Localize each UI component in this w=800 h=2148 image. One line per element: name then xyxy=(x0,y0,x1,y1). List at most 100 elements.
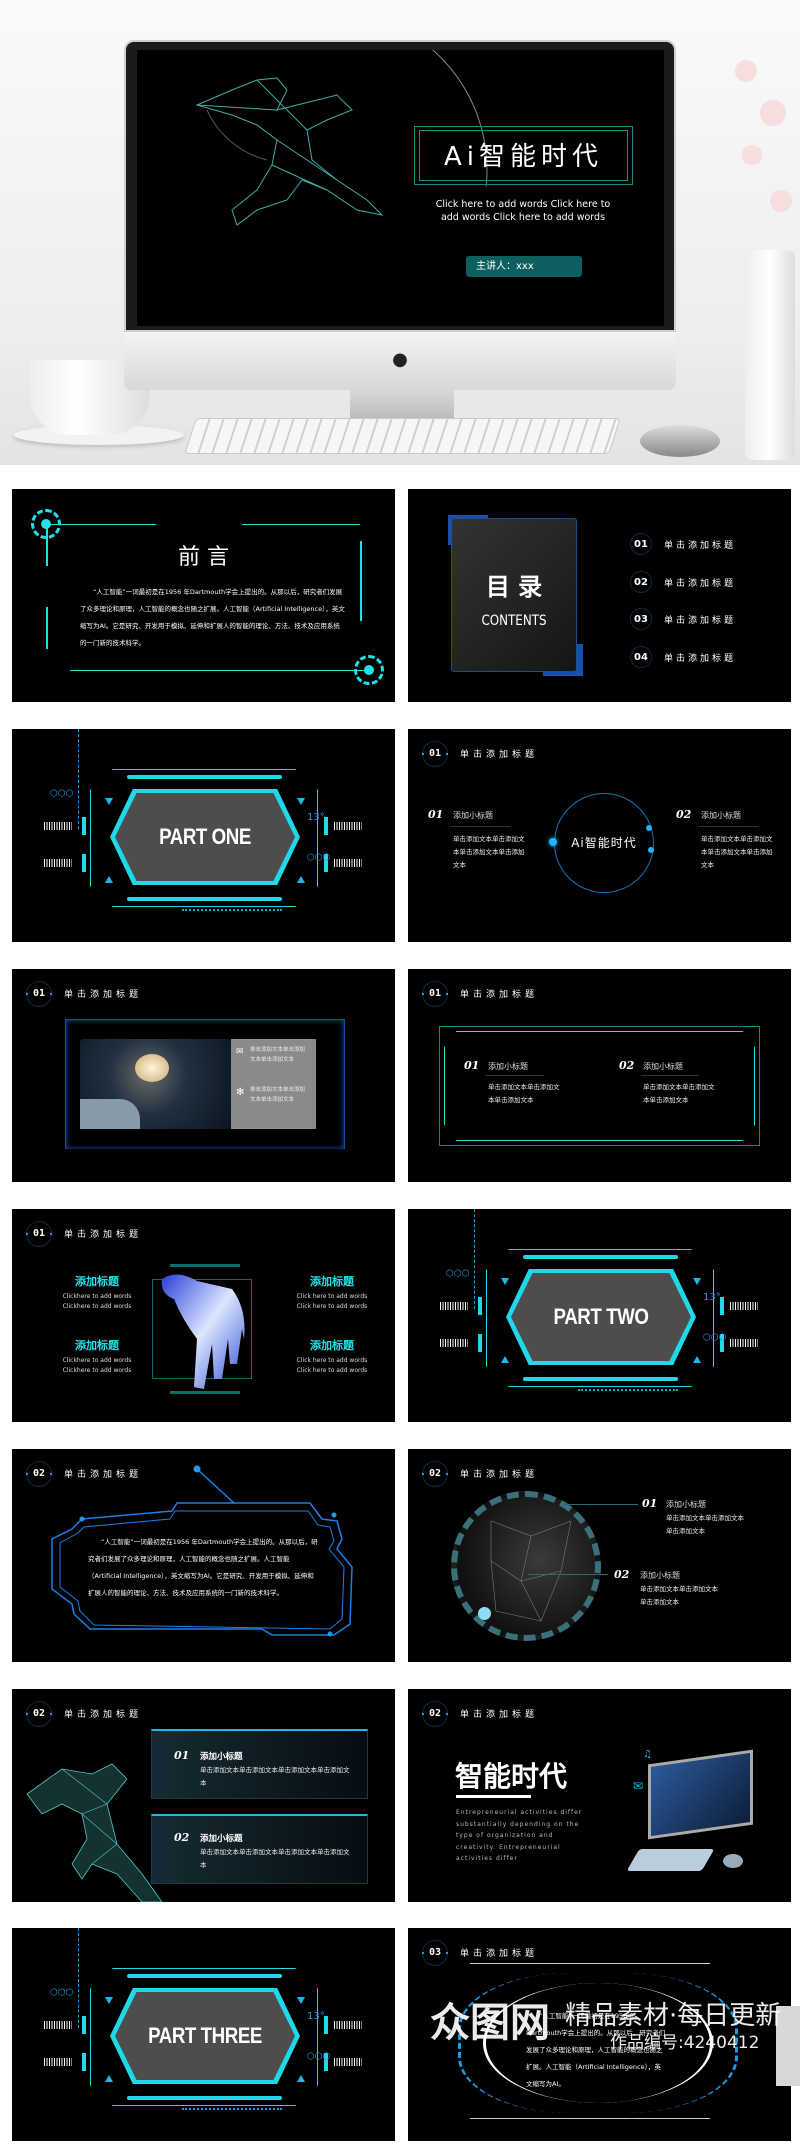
section-title[interactable]: 单击添加标题 xyxy=(64,1707,142,1720)
toc-label: 单击添加标题 xyxy=(664,616,737,626)
frame-bar xyxy=(170,1264,240,1267)
item-text: 单击添加文本单击添加文本单击添加文本单击添加文本 xyxy=(701,835,773,869)
slide-frame[interactable]: 01 单击添加标题 01 添加小标题 单击添加文本单击添加文本单击添加文本 02… xyxy=(408,969,791,1182)
slide-circle[interactable]: 01 单击添加标题 Ai智能时代 01 添加小标题 单击添加文本单击添加文本单击… xyxy=(408,729,791,942)
hero-mockup: Ai智能时代 Click here to add words Click her… xyxy=(0,0,800,465)
frame-line xyxy=(242,524,360,525)
hand-item-title: 添加标题 xyxy=(75,1275,119,1288)
slide-hand[interactable]: 01 单击添加标题 添加标题 Clickhere to add words Clic… xyxy=(12,1209,395,1422)
hud-bar xyxy=(82,817,86,835)
hud-bar xyxy=(523,1255,678,1259)
presenter-pill: 主讲人：xxx xyxy=(466,256,582,277)
item-text: 单击添加文本单击添加文本单击添加文本单击添加文本 xyxy=(200,1766,350,1787)
slide-preface[interactable]: 前 言 “人工智能”一词最初是在1956 年Dartmouth学会上提出的。从那… xyxy=(12,489,395,702)
tick-marks xyxy=(44,822,72,830)
part-title: PART THREE xyxy=(148,2023,262,2048)
section-title[interactable]: 单击添加标题 xyxy=(460,1707,538,1720)
slide-part-one[interactable]: PART ONE 13° ⬡⬡⬡ ⬡⬡⬡ xyxy=(12,729,395,942)
triangle-icon xyxy=(105,1997,113,2004)
hud-bar xyxy=(127,1974,282,1978)
item-text: 单击添加文本单击添加文本单击添加文本 xyxy=(488,1083,560,1104)
hud-bar xyxy=(82,854,86,872)
brain-hand-photo xyxy=(80,1039,231,1129)
hud-line xyxy=(78,1928,79,2028)
watermark-logo: 众图网 xyxy=(430,2000,550,2046)
hud-degree: 13° xyxy=(307,2011,325,2022)
triangle-icon xyxy=(105,876,113,883)
tick-marks xyxy=(730,1339,758,1347)
section-number: 01 xyxy=(422,741,448,767)
item-text: 单击添加文本单击添加文本单击添加文本单击添加文本 xyxy=(200,1848,350,1869)
item-text: 单击添加文本单击添加文本单击添加文本 xyxy=(666,1514,744,1535)
item-number: 02 xyxy=(174,1831,190,1844)
slide-part-two[interactable]: PART TWO 13° ⬡⬡⬡ ⬡⬡⬡ xyxy=(408,1209,791,1422)
item-title: 添加小标题 xyxy=(453,811,493,820)
text-body: “人工智能”一词最初是在1956 年Dartmouth学会上提出的。从那以后，研… xyxy=(88,1538,318,1597)
hero-title: Ai智能时代 xyxy=(443,142,603,172)
hand-item: 添加标题 Click here to add words Click here to… xyxy=(277,1273,387,1310)
toc-item[interactable]: 04 单击添加标题 xyxy=(630,645,770,668)
slide-sphere[interactable]: 02 单击添加标题 01 添加小标题 单击添加文本单击添加文本单击添加文本 02… xyxy=(408,1449,791,1662)
brain-image xyxy=(135,1054,169,1082)
hud-line xyxy=(474,1209,475,1309)
section-title[interactable]: 单击添加标题 xyxy=(460,1467,538,1480)
slide-image[interactable]: 01 单击添加标题 ✉ 单击添加文本单击添加文本单击添加文本 ✻ 单击添加文本单… xyxy=(12,969,395,1182)
flower xyxy=(770,190,792,212)
watermark-id: 作品编号:4240412 xyxy=(610,2033,760,2053)
era-text: Entrepreneurial activities differ substa… xyxy=(456,1809,583,1862)
globe-mesh xyxy=(490,1520,572,1622)
hand-item-line: Clickhere to add words xyxy=(62,1367,132,1374)
tick-marks xyxy=(334,2058,362,2066)
leader-line xyxy=(528,1574,608,1575)
hexagon-icon: ⬡⬡⬡ xyxy=(307,853,331,863)
section-number: 03 xyxy=(422,1940,448,1966)
section-title[interactable]: 单击添加标题 xyxy=(64,1227,142,1240)
hand-item: 添加标题 Clickhere to add words Clickhere to a… xyxy=(42,1337,152,1374)
hand-item-line: Click here to add words xyxy=(296,1303,368,1310)
section-number: 02 xyxy=(422,1461,448,1487)
hud-bar xyxy=(478,1334,482,1352)
item-title: 添加小标题 xyxy=(200,1834,243,1844)
item-title: 添加小标题 xyxy=(666,1500,706,1509)
triangle-icon xyxy=(501,1356,509,1363)
hand-item-title: 添加标题 xyxy=(310,1339,354,1352)
era-title: 智能时代 xyxy=(455,1760,568,1793)
slide-text-frame[interactable]: 02 单击添加标题 “人工智能”一词最初是在1956 年Dartmouth学会上… xyxy=(12,1449,395,1662)
section-number: 02 xyxy=(26,1701,52,1727)
item-number: 02 xyxy=(614,1568,630,1581)
toc-item[interactable]: 01 单击添加标题 xyxy=(630,533,770,555)
slide-contents[interactable]: 目 录 CONTENTS 01 单击添加标题 02 单击添加标题 03 单击添加标题 04 单… xyxy=(408,489,791,702)
hud-bar xyxy=(82,2053,86,2071)
tick-marks xyxy=(334,859,362,867)
mouse xyxy=(640,425,720,457)
mail-icon: ✉ xyxy=(236,1047,244,1057)
section-title[interactable]: 单击添加标题 xyxy=(64,987,142,1000)
item-number: 01 xyxy=(464,1059,480,1072)
item-text: 单击添加文本单击添加文本单击添加文本 xyxy=(640,1585,718,1606)
section-number: 01 xyxy=(26,981,52,1007)
hero-subtitle: Click here to add words Click here to ad… xyxy=(435,199,611,223)
hud-line xyxy=(578,1389,678,1391)
slide-part-three[interactable]: PART THREE 13° ⬡⬡⬡ ⬡⬡⬡ xyxy=(12,1928,395,2141)
section-title[interactable]: 单击添加标题 xyxy=(460,1946,538,1959)
toc-label: 单击添加标题 xyxy=(664,653,737,664)
toc-item[interactable]: 03 单击添加标题 xyxy=(630,608,770,630)
tick-marks xyxy=(44,859,72,867)
toc-item[interactable]: 02 单击添加标题 xyxy=(630,570,770,593)
tick-marks xyxy=(334,2021,362,2029)
section-title[interactable]: 单击添加标题 xyxy=(460,747,538,760)
circle-dot xyxy=(646,825,652,831)
section-number: 01 xyxy=(26,1221,52,1247)
slide-era[interactable]: 02 单击添加标题 智能时代 Entrepreneurial activitie… xyxy=(408,1689,791,1902)
leader-line xyxy=(563,1504,638,1505)
section-title[interactable]: 单击添加标题 xyxy=(460,987,538,1000)
preface-body: “人工智能”一词最初是在1956 年Dartmouth学会上提出的。从那以后，研… xyxy=(80,588,345,647)
slide-runner[interactable]: 02 单击添加标题 01 添加小标题 单击添加文本单击添加文本单击添加文本单击添… xyxy=(12,1689,395,1902)
item-text: 单击添加文本单击添加文本单击添加文本 xyxy=(643,1083,715,1104)
hud-line xyxy=(470,2118,710,2119)
section-number: 02 xyxy=(422,1701,448,1727)
hand-item-title: 添加标题 xyxy=(310,1275,354,1288)
item-number: 01 xyxy=(174,1749,190,1762)
contents-title: 目 录 xyxy=(485,573,543,601)
circle-center-text: Ai智能时代 xyxy=(571,836,637,850)
